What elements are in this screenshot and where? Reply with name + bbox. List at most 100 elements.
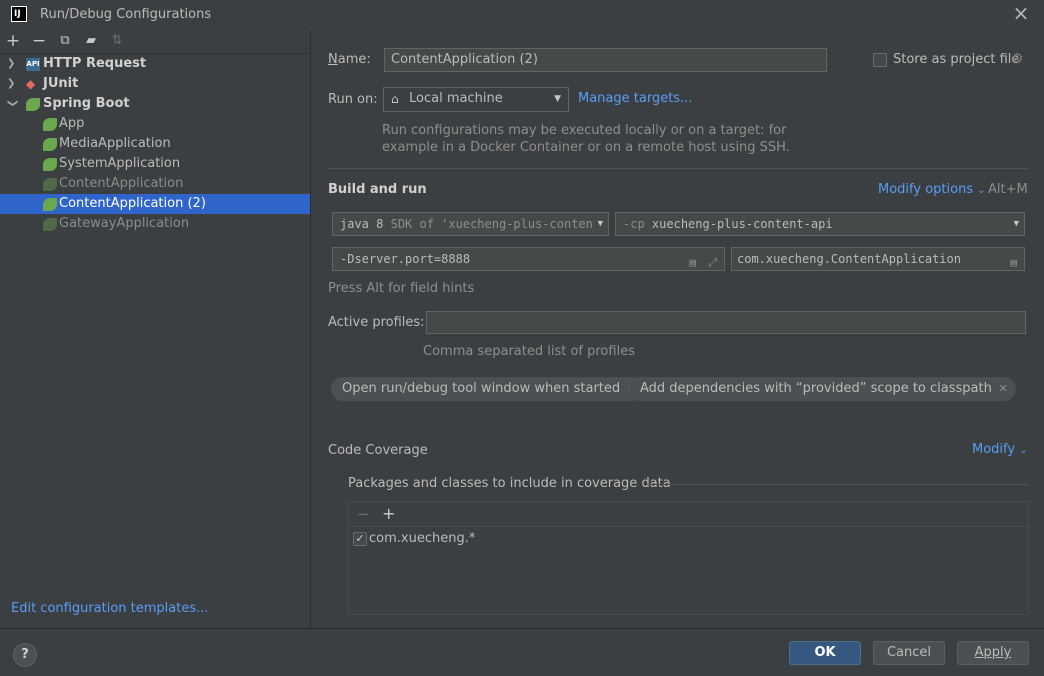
document-icon[interactable]: ▤ [1010, 252, 1017, 270]
tag-label: Add dependencies with “provided” scope t… [640, 381, 992, 396]
help-button[interactable]: ? [13, 643, 37, 667]
code-coverage-modify-link[interactable]: Modify ⌄ [972, 442, 1028, 457]
tree-item-content-application-2[interactable]: ContentApplication (2) [0, 194, 310, 214]
chevron-down-icon: ⌄ [1019, 445, 1028, 456]
expand-icon[interactable]: ⤢ [708, 252, 717, 270]
classpath-module-dropdown[interactable]: -cp xuecheng-plus-content-api ▼ [615, 212, 1025, 236]
window-title: Run/Debug Configurations [40, 7, 212, 22]
jdk-sdk-hint: SDK of 'xuecheng-plus-content [390, 217, 601, 231]
run-on-hint-line-1: Run configurations may be executed local… [382, 123, 787, 138]
modify-label: Modify [972, 442, 1016, 457]
http-request-icon: API [26, 58, 40, 71]
spring-boot-icon [43, 118, 57, 131]
chevron-down-icon[interactable]: ❯ [2, 99, 22, 109]
spring-boot-icon [26, 98, 40, 111]
cp-value: xuecheng-plus-content-api [651, 217, 833, 231]
run-on-value: Local machine [409, 91, 503, 106]
modify-options-link[interactable]: Modify options ⌄ [878, 182, 986, 197]
chevron-right-icon[interactable]: ❯ [7, 74, 17, 94]
tree-item-label: GatewayApplication [59, 216, 190, 231]
tree-item-label: App [59, 116, 85, 131]
main-class-value: com.xuecheng.ContentApplication [737, 252, 961, 266]
tree-item-system-application[interactable]: SystemApplication [0, 154, 310, 174]
vm-options-field[interactable]: -Dserver.port=8888 ▤ ⤢ [332, 247, 725, 271]
chevron-down-icon: ▼ [593, 213, 603, 235]
coverage-pattern-checkbox[interactable]: ✓ [353, 532, 367, 546]
store-as-project-file-checkbox[interactable] [873, 53, 887, 67]
configurations-tree-panel: + − ⧉ ▰ ⇅ ❯ API HTTP Request ❯ ◆ JUnit ❯… [0, 30, 311, 628]
main-class-field[interactable]: com.xuecheng.ContentApplication ▤ [731, 247, 1025, 271]
tree-group-label: HTTP Request [43, 56, 147, 71]
tree-item-content-application[interactable]: ContentApplication [0, 174, 310, 194]
manage-targets-link[interactable]: Manage targets... [578, 91, 692, 106]
tree-group-label: JUnit [43, 76, 79, 91]
run-on-hint-line-2: example in a Docker Container or on a re… [382, 140, 790, 155]
intellij-app-icon: IJ [11, 6, 27, 22]
spring-boot-icon [43, 138, 57, 151]
tree-item-gateway-application[interactable]: GatewayApplication [0, 214, 310, 234]
active-profiles-field[interactable] [426, 311, 1026, 334]
tag-add-provided-dependencies[interactable]: Add dependencies with “provided” scope t… [629, 377, 1016, 401]
chevron-down-icon: ▼ [554, 94, 561, 104]
coverage-list-toolbar: − + [349, 502, 1028, 527]
close-icon[interactable]: × [1012, 3, 1030, 23]
sort-icon[interactable]: ⇅ [108, 32, 126, 50]
name-label: Name: [328, 52, 371, 67]
cancel-button[interactable]: Cancel [873, 641, 945, 665]
modify-options-shortcut: Alt+M [988, 182, 1028, 197]
document-icon[interactable]: ▤ [689, 252, 696, 270]
move-to-folder-icon[interactable]: ▰ [82, 32, 100, 50]
tree-item-label: MediaApplication [59, 136, 171, 151]
tree-group-spring-boot[interactable]: ❯ Spring Boot [0, 94, 310, 114]
apply-button[interactable]: Apply [957, 641, 1029, 665]
coverage-label-divider [646, 484, 1029, 485]
edit-configuration-templates-link[interactable]: Edit configuration templates... [11, 601, 209, 616]
junit-icon: ◆ [26, 77, 36, 91]
vm-options-value: -Dserver.port=8888 [340, 252, 471, 266]
run-on-label: Run on: [328, 92, 378, 107]
chevron-down-icon: ⌄ [977, 185, 986, 196]
tree-group-label: Spring Boot [43, 96, 130, 111]
tree-item-label: SystemApplication [59, 156, 181, 171]
build-and-run-title: Build and run [328, 182, 427, 197]
tree-group-http-request[interactable]: ❯ API HTTP Request [0, 54, 310, 74]
coverage-list: − + ✓ com.xuecheng.* [348, 501, 1029, 615]
add-icon[interactable]: + [4, 32, 22, 50]
profiles-hint: Comma separated list of profiles [423, 344, 635, 359]
gear-icon[interactable]: ⚙ [1011, 51, 1024, 67]
tree-item-label: ContentApplication [59, 176, 184, 191]
spring-boot-icon [43, 198, 57, 211]
tag-label: Open run/debug tool window when started [342, 381, 621, 396]
tree-item-media-application[interactable]: MediaApplication [0, 134, 310, 154]
jdk-dropdown[interactable]: java 8 SDK of 'xuecheng-plus-content ▼ [332, 212, 609, 236]
coverage-packages-label: Packages and classes to include in cover… [348, 476, 671, 491]
store-as-project-file-label[interactable]: Store as project file [893, 52, 1019, 67]
copy-icon[interactable]: ⧉ [56, 32, 74, 50]
remove-icon[interactable]: − [30, 32, 48, 50]
tree-item-label: ContentApplication (2) [59, 196, 206, 211]
code-coverage-title: Code Coverage [328, 443, 428, 458]
name-field[interactable]: ContentApplication (2) [384, 48, 827, 72]
apply-label: Apply [974, 645, 1012, 660]
section-divider [328, 168, 1029, 169]
add-icon[interactable]: + [382, 504, 395, 523]
spring-boot-icon [43, 218, 57, 231]
active-profiles-label: Active profiles: [328, 315, 425, 330]
ok-button[interactable]: OK [789, 641, 861, 665]
modify-options-label: Modify options [878, 182, 974, 197]
coverage-pattern-label: com.xuecheng.* [369, 531, 476, 546]
home-icon: ⌂ [391, 92, 399, 106]
tree-group-junit[interactable]: ❯ ◆ JUnit [0, 74, 310, 94]
spring-boot-icon [43, 158, 57, 171]
cp-prefix: -cp [623, 217, 645, 231]
field-hints-text: Press Alt for field hints [328, 281, 475, 296]
jdk-value: java 8 [340, 217, 384, 231]
tag-open-run-debug-window[interactable]: Open run/debug tool window when started … [331, 377, 645, 401]
tree-item-app[interactable]: App [0, 114, 310, 134]
run-on-dropdown[interactable]: ⌂ Local machine ▼ [383, 87, 569, 112]
spring-boot-icon [43, 178, 57, 191]
remove-icon[interactable]: − [357, 505, 370, 523]
chevron-right-icon[interactable]: ❯ [7, 54, 17, 74]
remove-tag-icon[interactable]: ✕ [999, 377, 1008, 401]
chevron-down-icon: ▼ [1013, 219, 1019, 229]
